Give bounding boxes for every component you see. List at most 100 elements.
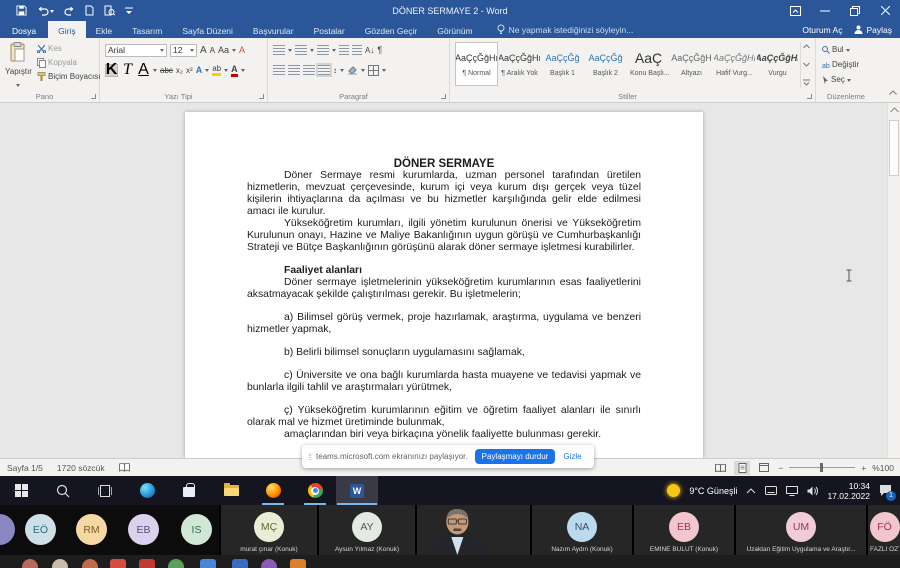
web-layout-icon[interactable] — [756, 461, 772, 475]
font-color-button[interactable]: A — [231, 64, 238, 77]
print-layout-icon[interactable] — [734, 461, 750, 475]
sort-icon[interactable]: A↓ — [365, 46, 374, 55]
bold-button[interactable]: K — [105, 64, 118, 77]
taskbar-file-explorer[interactable] — [210, 476, 252, 505]
dock-app-icon[interactable] — [290, 559, 306, 568]
network-icon[interactable] — [786, 486, 798, 496]
taskbar-word[interactable]: W — [336, 476, 378, 505]
style-card[interactable]: AaÇçĞğ Başlık 2 — [585, 43, 626, 85]
italic-button[interactable]: T — [121, 64, 134, 77]
undo-dropdown-icon[interactable] — [50, 10, 54, 15]
align-right-icon[interactable] — [303, 65, 315, 75]
dock-app-icon[interactable] — [82, 559, 98, 568]
dock-app-icon[interactable] — [22, 559, 38, 568]
participant-avatar[interactable]: EB — [128, 514, 159, 545]
zoom-slider-thumb[interactable] — [820, 463, 823, 472]
start-button[interactable] — [0, 476, 42, 505]
font-family-select[interactable]: Arial — [105, 44, 167, 57]
line-spacing-icon[interactable]: ↕ — [333, 66, 337, 75]
scrollbar-thumb[interactable] — [889, 120, 899, 176]
increase-indent-icon[interactable] — [352, 45, 362, 55]
tell-me-box[interactable]: Ne yapmak istediğinizi söyleyin... — [483, 21, 634, 38]
pilcrow-icon[interactable]: ¶ — [377, 45, 382, 55]
gallery-down-icon[interactable] — [803, 62, 810, 67]
zoom-in-button[interactable]: + — [861, 463, 866, 473]
style-card[interactable]: AaÇçĞğHı ¶ Normal — [456, 43, 497, 85]
change-case-button[interactable]: Aa — [218, 45, 229, 55]
justify-icon[interactable] — [318, 65, 330, 75]
taskbar-edge[interactable] — [126, 476, 168, 505]
participant-avatar[interactable] — [0, 514, 15, 545]
weather-text[interactable]: 9°C Güneşli — [689, 486, 737, 496]
share-button[interactable]: Paylaş — [854, 25, 892, 35]
style-card[interactable]: AaÇçĞğ Başlık 1 — [542, 43, 583, 85]
styles-dialog-launcher-icon[interactable] — [807, 94, 812, 99]
task-view-button[interactable] — [84, 476, 126, 505]
style-card[interactable]: AaÇçĞğHı ¶ Aralık Yok — [499, 43, 540, 85]
ribbon-tab[interactable]: Görünüm — [427, 21, 482, 38]
participant-avatar[interactable]: EÖ — [25, 514, 56, 545]
align-center-icon[interactable] — [288, 65, 300, 75]
borders-icon[interactable] — [368, 65, 379, 76]
style-card[interactable]: AaÇçĞğHı Vurgu — [757, 43, 798, 85]
strikethrough-button[interactable]: abc — [160, 66, 173, 75]
taskbar-firefox[interactable] — [252, 476, 294, 505]
font-dialog-launcher-icon[interactable] — [259, 94, 264, 99]
save-icon[interactable] — [16, 5, 27, 16]
proofing-icon[interactable] — [112, 463, 137, 472]
page-indicator[interactable]: Sayfa 1/5 — [0, 463, 50, 473]
shading-icon[interactable] — [347, 65, 358, 76]
ribbon-tab[interactable]: Başvurular — [243, 21, 304, 38]
vertical-scrollbar[interactable] — [887, 103, 900, 458]
action-center-icon[interactable]: 1 — [879, 484, 892, 498]
ribbon-tab[interactable]: Dosya — [0, 21, 48, 38]
zoom-out-button[interactable]: − — [778, 463, 783, 473]
zoom-level[interactable]: %100 — [872, 463, 894, 473]
clear-formatting-button[interactable]: A — [239, 45, 245, 55]
ribbon-tab[interactable]: Ekle — [86, 21, 123, 38]
drag-grip-icon[interactable]: ⁞⁞ — [308, 452, 311, 462]
redo-icon[interactable] — [64, 6, 75, 16]
document-page[interactable]: DÖNER SERMAYE Döner Sermaye resmi kuruml… — [185, 112, 703, 458]
restore-icon[interactable] — [840, 0, 870, 21]
align-left-icon[interactable] — [273, 65, 285, 75]
style-card[interactable]: AaÇçĞğH Altyazı — [671, 43, 712, 85]
sign-in-button[interactable]: Oturum Aç — [802, 25, 842, 35]
dock-app-icon[interactable] — [168, 559, 184, 568]
subscript-button[interactable]: x₂ — [176, 66, 183, 75]
ribbon-tab[interactable]: Sayfa Düzeni — [172, 21, 243, 38]
dock-app-icon[interactable] — [232, 559, 248, 568]
format-painter-button[interactable]: Biçim Boyacısı — [36, 70, 101, 83]
participant-tile[interactable]: NA Nazım Aydın (Konuk) — [532, 505, 632, 555]
participant-tile[interactable]: MÇ murat çınar (Konuk) — [221, 505, 317, 555]
taskbar-chrome[interactable] — [294, 476, 336, 505]
font-size-select[interactable]: 12 — [170, 44, 197, 57]
dock-app-icon[interactable] — [139, 559, 155, 568]
participant-tile[interactable]: AY Aysun Yılmaz (Konuk) — [319, 505, 415, 555]
participant-tile[interactable] — [417, 505, 530, 555]
collapse-ribbon-icon[interactable] — [889, 82, 897, 100]
dock-app-icon[interactable] — [110, 559, 126, 568]
superscript-button[interactable]: x² — [186, 66, 193, 75]
paste-dropdown-icon[interactable] — [16, 84, 20, 89]
gallery-more-icon[interactable] — [803, 79, 810, 86]
customize-qat-icon[interactable] — [125, 7, 133, 15]
participant-avatar-group[interactable]: EÖ RM EB IS — [0, 505, 219, 555]
style-card[interactable]: AaÇ Konu Başlı... — [628, 43, 669, 85]
minimize-icon[interactable] — [810, 0, 840, 21]
print-preview-icon[interactable] — [104, 5, 115, 16]
replace-button[interactable]: ab Değiştir — [821, 58, 872, 71]
new-doc-icon[interactable] — [85, 5, 94, 16]
participant-avatar[interactable]: IS — [181, 514, 212, 545]
chevron-up-icon[interactable] — [746, 488, 756, 494]
taskbar-search-button[interactable] — [42, 476, 84, 505]
zoom-slider[interactable] — [789, 467, 855, 468]
highlight-button[interactable]: ab — [212, 64, 221, 76]
ribbon-tab[interactable]: Gözden Geçir — [355, 21, 427, 38]
numbering-icon[interactable] — [295, 45, 307, 55]
ribbon-tab[interactable]: Giriş — [48, 21, 85, 38]
taskbar-store[interactable] — [168, 476, 210, 505]
multilevel-list-icon[interactable] — [317, 45, 329, 55]
ribbon-display-options-icon[interactable] — [780, 0, 810, 21]
stop-sharing-button[interactable]: Paylaşmayı durdur — [475, 449, 556, 464]
